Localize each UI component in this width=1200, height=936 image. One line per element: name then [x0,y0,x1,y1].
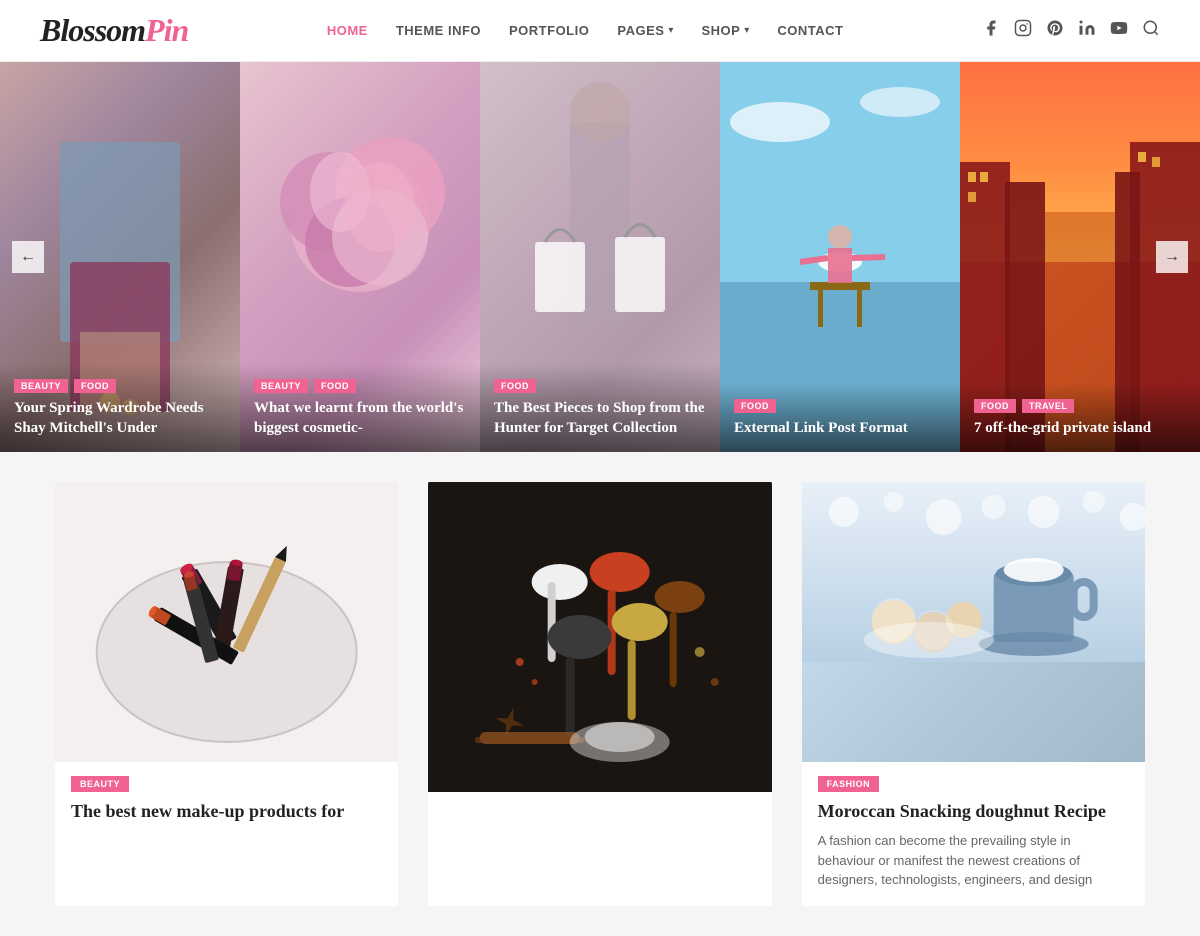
card-3-image [802,482,1145,762]
slide-5-title: 7 off-the-grid private island [974,419,1186,439]
slide-5-tag-2: TRAVEL [1022,399,1074,413]
shop-chevron-icon: ▾ [744,25,749,36]
card-3-body: FASHION Moroccan Snacking doughnut Recip… [802,762,1145,890]
facebook-icon[interactable] [982,19,1000,42]
slide-2: BEAUTY FOOD What we learnt from the worl… [240,62,480,452]
nav-pages[interactable]: PAGES ▾ [617,23,673,38]
site-header: BlossomPin HOME THEME INFO PORTFOLIO PAG… [0,0,1200,62]
instagram-icon[interactable] [1014,19,1032,42]
pages-chevron-icon: ▾ [668,25,673,36]
slide-2-tag-1: BEAUTY [254,379,308,393]
slide-4-title: External Link Post Format [734,419,946,439]
linkedin-icon[interactable] [1078,19,1096,42]
card-1-image [55,482,398,762]
nav-shop[interactable]: SHOP ▾ [701,23,749,38]
grid-card-3: FASHION Moroccan Snacking doughnut Recip… [802,482,1145,906]
youtube-icon[interactable] [1110,19,1128,42]
slide-3-tag-1: FOOD [494,379,536,393]
slide-5-tag-1: FOOD [974,399,1016,413]
pinterest-icon[interactable] [1046,19,1064,42]
card-1-body: BEAUTY The best new make-up products for [55,762,398,823]
slide-3-title: The Best Pieces to Shop from the Hunter … [494,399,706,438]
slide-1-title: Your Spring Wardrobe Needs Shay Mitchell… [14,399,226,438]
grid-card-2: CULTURE [428,482,771,906]
card-2-image [428,482,771,762]
slide-1-tag-1: BEAUTY [14,379,68,393]
card-3-title: Moroccan Snacking doughnut Recipe [818,800,1129,823]
search-icon[interactable] [1142,19,1160,42]
slider-next-button[interactable]: → [1156,241,1188,273]
card-1-title: The best new make-up products for [71,800,382,823]
slide-3: FOOD The Best Pieces to Shop from the Hu… [480,62,720,452]
logo-blossom: Blossom [40,12,145,48]
slider-prev-button[interactable]: ← [12,241,44,273]
slide-1-tag-2: FOOD [74,379,116,393]
nav-contact[interactable]: CONTACT [777,23,843,38]
content-grid: BEAUTY The best new make-up products for [0,452,1200,936]
nav-theme-info[interactable]: THEME INFO [396,23,481,38]
nav-portfolio[interactable]: PORTFOLIO [509,23,589,38]
logo-pin: Pin [145,12,188,48]
logo[interactable]: BlossomPin [40,12,188,49]
slide-2-title: What we learnt from the world's biggest … [254,399,466,438]
card-3-excerpt: A fashion can become the prevailing styl… [818,831,1129,890]
hero-slider: BEAUTY FOOD Your Spring Wardrobe Needs S… [0,62,1200,452]
slide-4: FOOD External Link Post Format [720,62,960,452]
nav-home[interactable]: HOME [327,23,368,38]
slide-4-tag-1: FOOD [734,399,776,413]
grid-card-1: BEAUTY The best new make-up products for [55,482,398,906]
slide-2-tag-2: FOOD [314,379,356,393]
card-1-tag: BEAUTY [71,776,129,792]
card-3-tag: FASHION [818,776,880,792]
social-icons [982,19,1160,42]
main-nav: HOME THEME INFO PORTFOLIO PAGES ▾ SHOP ▾… [327,23,844,38]
